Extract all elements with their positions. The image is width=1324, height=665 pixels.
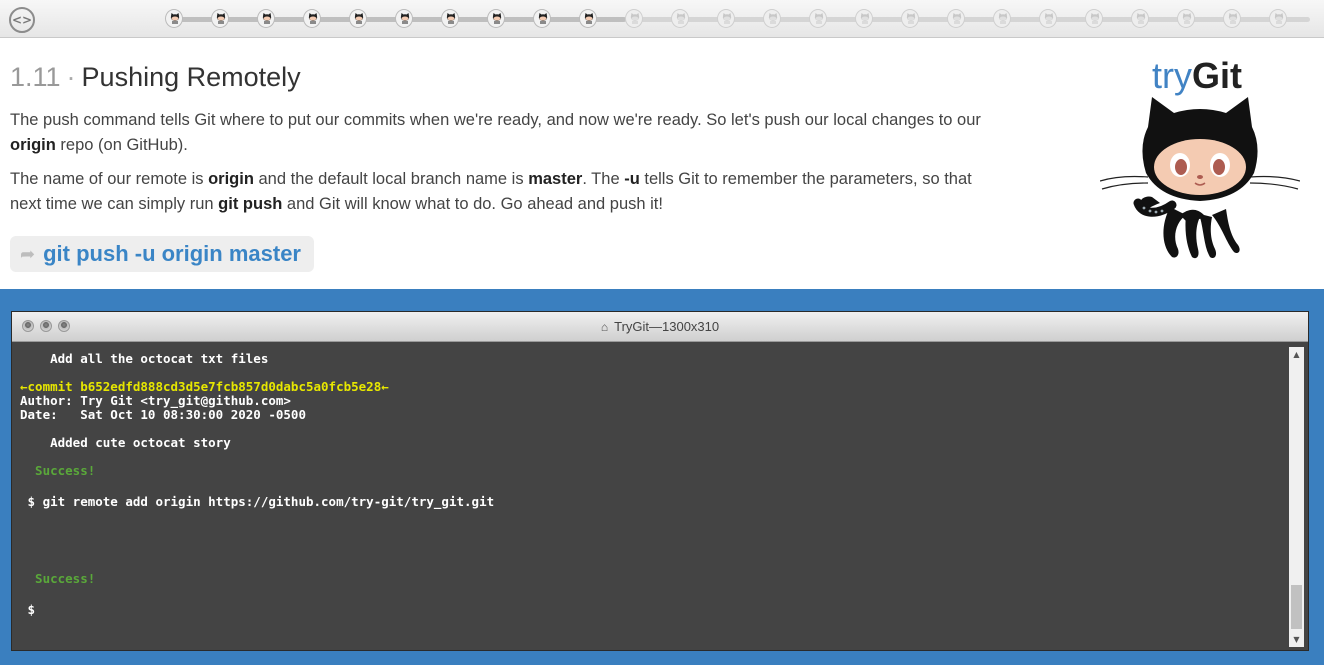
console-output[interactable]: Add all the octocat txt files ←commit b65… [12, 343, 1289, 650]
lesson-step-dot[interactable] [487, 9, 505, 28]
lesson-separator: · [66, 62, 76, 92]
lesson-step-dot[interactable] [671, 9, 689, 28]
octocat-icon [1136, 13, 1146, 24]
console-line: $ [20, 602, 36, 617]
scroll-up-icon[interactable]: ▲ [1289, 347, 1304, 362]
code-brackets-icon[interactable]: <> [9, 7, 35, 33]
octocat-icon [814, 13, 824, 24]
lesson-step-dot[interactable] [1085, 9, 1103, 28]
octocat-icon [446, 13, 456, 24]
window-title-text: TryGit—1300x310 [614, 319, 720, 334]
octocat-icon [492, 13, 502, 24]
lesson-step-dot[interactable] [165, 9, 183, 28]
octocat-icon [1100, 97, 1300, 259]
console-line: Date: Sat Oct 10 08:30:00 2020 -0500 [20, 407, 306, 422]
console-line: Author: Try Git <try_git@github.com> [20, 393, 291, 408]
text: . The [582, 170, 625, 188]
lesson-step-dot[interactable] [717, 9, 735, 28]
console-success-line: Success! [20, 571, 96, 586]
window-title: ⌂ TryGit—1300x310 [12, 312, 1308, 342]
octocat-icon [538, 13, 548, 24]
octocat-icon [768, 13, 778, 24]
lesson-step-dot[interactable] [947, 9, 965, 28]
lesson-step-dot[interactable] [855, 9, 873, 28]
scrollbar-thumb[interactable] [1291, 585, 1302, 629]
lesson-number: 1.11 [10, 62, 61, 92]
octocat-icon [262, 13, 272, 24]
lesson-heading: 1.11 · Pushing Remotely [10, 62, 990, 100]
suggested-command[interactable]: git push -u origin master [43, 241, 301, 267]
lesson-step-dot[interactable] [395, 9, 413, 28]
octocat-icon [998, 13, 1008, 24]
octocat-icon [1090, 13, 1100, 24]
octocat-icon [400, 13, 410, 24]
octocat-icon [1182, 13, 1192, 24]
octocat-icon [354, 13, 364, 24]
lesson-step-dot[interactable] [349, 9, 367, 28]
console-line: Added cute octocat story [20, 435, 231, 450]
octocat-icon [1044, 13, 1054, 24]
octocat-icon [722, 13, 732, 24]
lesson-step-dot[interactable] [763, 9, 781, 28]
console-line: ←commit b652edfd888cd3d5e7fcb857d0dabc5a… [20, 379, 389, 394]
text-bold: -u [624, 170, 640, 188]
octocat-icon [860, 13, 870, 24]
text: The push command tells Git where to put … [10, 111, 981, 129]
octocat-icon [952, 13, 962, 24]
lesson-step-dot[interactable] [257, 9, 275, 28]
octocat-icon [216, 13, 226, 24]
home-icon: ⌂ [600, 320, 609, 334]
lesson-step-dot[interactable] [579, 9, 597, 28]
console-line: $ git remote add origin https://github.c… [20, 494, 495, 509]
lesson-step-dot[interactable] [211, 9, 229, 28]
lesson-step-dot[interactable] [441, 9, 459, 28]
octocat-icon [676, 13, 686, 24]
progress-bar: <> [0, 0, 1324, 38]
text: and the default local branch name is [253, 170, 529, 188]
logo-git: Git [1192, 55, 1242, 96]
octocat-icon [584, 13, 594, 24]
octocat-icon [1228, 13, 1238, 24]
text-bold: master [528, 170, 583, 188]
lesson-title: Pushing Remotely [81, 62, 301, 92]
window-titlebar: ⌂ TryGit—1300x310 [12, 312, 1308, 342]
lesson-step-dot[interactable] [1269, 9, 1287, 28]
text-bold: origin [10, 136, 56, 154]
lesson-step-dot[interactable] [1177, 9, 1195, 28]
logo-try: try [1152, 55, 1192, 96]
suggested-command-button[interactable]: ➦ git push -u origin master [10, 236, 314, 272]
text: and Git will know what to do. Go ahead a… [282, 195, 663, 213]
console-window: ⌂ TryGit—1300x310 Add all the octocat txt… [11, 311, 1309, 651]
logo-text: tryGit [1152, 55, 1242, 97]
text: The name of our remote is [10, 170, 209, 188]
scroll-down-icon[interactable]: ▼ [1289, 632, 1304, 647]
arrow-right-icon: ➦ [20, 243, 36, 265]
trygit-logo: tryGit [1100, 55, 1300, 265]
console-line: Add all the octocat txt files [20, 351, 269, 366]
lesson-paragraph-2: The name of our remote is origin and the… [10, 167, 990, 217]
octocat-icon [906, 13, 916, 24]
lesson-step-dot[interactable] [533, 9, 551, 28]
lesson-step-dot[interactable] [1223, 9, 1241, 28]
lesson-step-dot[interactable] [993, 9, 1011, 28]
lesson-step-dot[interactable] [901, 9, 919, 28]
lesson-step-dot[interactable] [303, 9, 321, 28]
lesson-step-dot[interactable] [1131, 9, 1149, 28]
lesson-content: 1.11 · Pushing Remotely The push command t… [10, 62, 990, 217]
text-bold: git push [218, 195, 283, 213]
lesson-step-dot[interactable] [809, 9, 827, 28]
octocat-icon [1274, 13, 1284, 24]
octocat-icon [170, 13, 180, 24]
console-success-line: Success! [20, 463, 96, 478]
text-bold: origin [208, 170, 254, 188]
lesson-steps [165, 9, 1315, 31]
octocat-icon [630, 13, 640, 24]
lesson-step-dot[interactable] [1039, 9, 1057, 28]
text: repo (on GitHub). [55, 136, 188, 154]
scrollbar[interactable]: ▲ ▼ [1289, 347, 1304, 647]
lesson-step-dot[interactable] [625, 9, 643, 28]
octocat-icon [308, 13, 318, 24]
lesson-paragraph-1: The push command tells Git where to put … [10, 108, 990, 158]
